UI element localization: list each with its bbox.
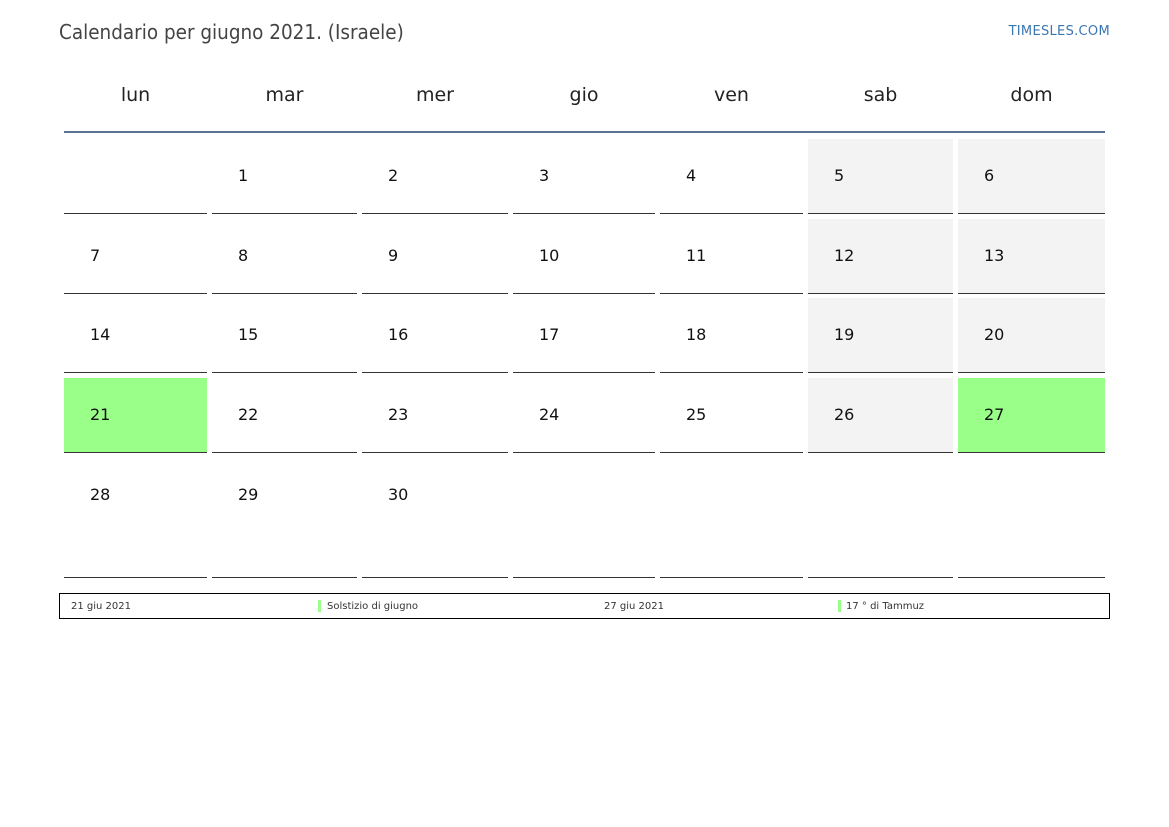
day-cell-14[interactable]: 14 <box>64 298 207 373</box>
weekday-mer: mer <box>415 84 454 106</box>
weekday-mar: mar <box>265 84 304 106</box>
weekday-header-row: lun mar mer gio ven sab dom <box>64 84 1105 114</box>
day-number: 7 <box>90 246 101 265</box>
day-number: 20 <box>984 325 1005 344</box>
day-number: 27 <box>984 405 1005 424</box>
day-cell-12[interactable]: 12 <box>808 219 953 294</box>
weekday-ven: ven <box>714 84 749 106</box>
page-title: Calendario per giugno 2021. (Israele) <box>59 20 404 44</box>
day-cell-24[interactable]: 24 <box>513 378 655 453</box>
day-cell-16[interactable]: 16 <box>362 298 508 373</box>
day-number: 28 <box>90 485 111 504</box>
day-cell-11[interactable]: 11 <box>660 219 803 294</box>
day-cell-18[interactable]: 18 <box>660 298 803 373</box>
day-number: 12 <box>834 246 855 265</box>
day-number: 16 <box>388 325 409 344</box>
day-cell-5[interactable]: 5 <box>808 139 953 214</box>
empty-day-cell <box>808 458 953 578</box>
day-cell-29[interactable]: 29 <box>212 458 357 578</box>
empty-day-cell <box>64 139 207 214</box>
legend-name-2: 17 ° di Tammuz <box>846 601 925 612</box>
header-rule <box>64 131 1105 133</box>
day-cell-23[interactable]: 23 <box>362 378 508 453</box>
day-number: 10 <box>539 246 560 265</box>
day-cell-10[interactable]: 10 <box>513 219 655 294</box>
empty-day-cell <box>660 458 803 578</box>
day-cell-27[interactable]: 27 <box>958 378 1105 453</box>
day-cell-28[interactable]: 28 <box>64 458 207 578</box>
day-number: 18 <box>686 325 707 344</box>
day-number: 30 <box>388 485 409 504</box>
day-number: 5 <box>834 166 845 185</box>
day-cell-25[interactable]: 25 <box>660 378 803 453</box>
day-number: 3 <box>539 166 550 185</box>
day-cell-22[interactable]: 22 <box>212 378 357 453</box>
day-cell-15[interactable]: 15 <box>212 298 357 373</box>
day-cell-8[interactable]: 8 <box>212 219 357 294</box>
day-cell-9[interactable]: 9 <box>362 219 508 294</box>
day-cell-4[interactable]: 4 <box>660 139 803 214</box>
day-number: 2 <box>388 166 399 185</box>
day-number: 15 <box>238 325 259 344</box>
day-number: 29 <box>238 485 259 504</box>
day-cell-1[interactable]: 1 <box>212 139 357 214</box>
day-cell-21[interactable]: 21 <box>64 378 207 453</box>
day-number: 19 <box>834 325 855 344</box>
legend-date-2: 27 giu 2021 <box>604 601 664 612</box>
day-cell-20[interactable]: 20 <box>958 298 1105 373</box>
day-number: 13 <box>984 246 1005 265</box>
day-number: 11 <box>686 246 707 265</box>
legend-date-1: 21 giu 2021 <box>71 601 131 612</box>
day-number: 8 <box>238 246 249 265</box>
day-cell-7[interactable]: 7 <box>64 219 207 294</box>
legend-marker-2 <box>838 600 841 612</box>
holiday-legend: 21 giu 2021 Solstizio di giugno 27 giu 2… <box>59 593 1110 619</box>
day-cell-26[interactable]: 26 <box>808 378 953 453</box>
day-number: 1 <box>238 166 249 185</box>
day-cell-17[interactable]: 17 <box>513 298 655 373</box>
day-number: 4 <box>686 166 697 185</box>
day-number: 6 <box>984 166 995 185</box>
day-number: 26 <box>834 405 855 424</box>
weekday-gio: gio <box>569 84 599 106</box>
empty-day-cell <box>958 458 1105 578</box>
weekday-sab: sab <box>863 84 898 106</box>
day-number: 25 <box>686 405 707 424</box>
weekday-dom: dom <box>1010 84 1053 106</box>
empty-day-cell <box>513 458 655 578</box>
day-cell-30[interactable]: 30 <box>362 458 508 578</box>
day-cell-3[interactable]: 3 <box>513 139 655 214</box>
day-number: 22 <box>238 405 259 424</box>
weekday-lun: lun <box>120 84 151 106</box>
day-number: 21 <box>90 405 111 424</box>
legend-name-1: Solstizio di giugno <box>327 601 419 612</box>
day-number: 23 <box>388 405 409 424</box>
site-link[interactable]: TIMESLES.COM <box>1009 24 1110 39</box>
day-cell-2[interactable]: 2 <box>362 139 508 214</box>
day-number: 14 <box>90 325 111 344</box>
day-number: 17 <box>539 325 560 344</box>
legend-marker-1 <box>318 600 321 612</box>
day-cell-13[interactable]: 13 <box>958 219 1105 294</box>
day-cell-19[interactable]: 19 <box>808 298 953 373</box>
day-number: 9 <box>388 246 399 265</box>
day-cell-6[interactable]: 6 <box>958 139 1105 214</box>
day-number: 24 <box>539 405 560 424</box>
